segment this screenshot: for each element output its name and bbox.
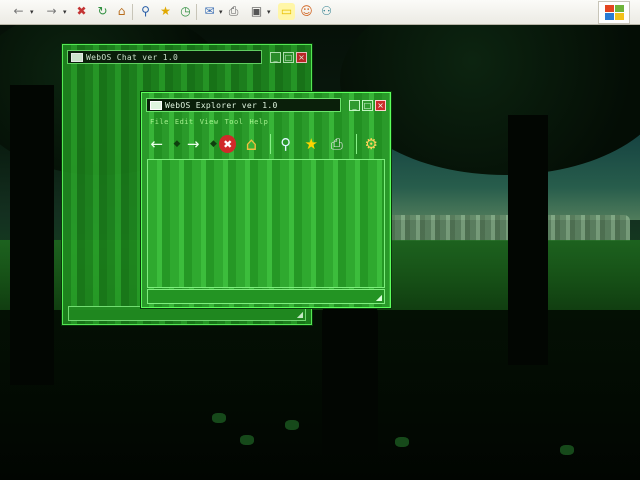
forward-arrow-icon: → [46, 4, 57, 18]
stop-button[interactable]: ✖ [73, 3, 90, 20]
toolbar-separator [270, 134, 271, 154]
favorites-button[interactable]: ★ [301, 133, 323, 155]
menu-edit[interactable]: Edit [175, 118, 194, 126]
tree-trunk-center [322, 295, 378, 455]
window-icon [71, 52, 83, 62]
edit-icon: ▣ [250, 4, 263, 18]
explorer-title-field: WebOS Explorer ver 1.0 [146, 98, 341, 112]
explorer-menubar: File Edit View Tool Help [150, 118, 268, 126]
resize-grip-icon[interactable]: ◢ [297, 310, 303, 319]
home-icon: ⌂ [117, 4, 126, 18]
hedge-row [380, 215, 630, 241]
explorer-titlebar[interactable]: WebOS Explorer ver 1.0 _ □ × [146, 97, 386, 113]
tree-trunk-right [508, 115, 548, 365]
browser-toolbar: ← ▾ → ▾ ✖ ↻ ⌂ ⚲ ★ ◷ ✉ ▾ ⎙ ▣ ▾ ▭ ☺ ⚇ [0, 0, 640, 25]
chat-close-button[interactable]: × [296, 51, 307, 63]
stop-button[interactable]: ✖ [218, 135, 237, 153]
printer-icon: ⎙ [330, 135, 343, 153]
search-icon: ⚲ [280, 135, 292, 153]
search-icon: ⚲ [141, 4, 150, 18]
explorer-statusbar: ◢ [147, 289, 385, 304]
resize-grip-icon[interactable]: ◢ [376, 293, 382, 302]
star-icon: ★ [160, 4, 171, 18]
print-button[interactable]: ⎙ [225, 3, 242, 20]
leaf-patch [212, 413, 226, 423]
tree-trunk-left [10, 85, 54, 385]
forward-arrow-icon: → [186, 135, 200, 153]
home-button[interactable]: ⌂ [240, 133, 262, 155]
back-dropdown-icon[interactable]: ▾ [30, 8, 34, 16]
stop-icon: ✖ [76, 4, 87, 18]
toolbar-separator [132, 4, 133, 20]
star-icon: ★ [304, 135, 318, 153]
window-icon [150, 100, 162, 110]
home-icon: ⌂ [245, 133, 257, 155]
mail-icon: ✉ [204, 4, 215, 18]
back-button[interactable]: ← [10, 3, 27, 20]
explorer-toolbar: ← ◆ → ◆ ✖ ⌂ ⚲ ★ ⎙ ⚙ [146, 131, 386, 157]
menu-file[interactable]: File [150, 118, 169, 126]
forward-dropdown-icon[interactable]: ◆ [210, 139, 217, 149]
favorites-button[interactable]: ★ [157, 3, 174, 20]
contacts-icon: ⚇ [321, 4, 332, 18]
notes-button[interactable]: ▭ [278, 3, 295, 20]
forward-dropdown-icon[interactable]: ▾ [63, 8, 67, 16]
windows-logo-icon [598, 1, 630, 24]
back-arrow-icon: ← [13, 4, 24, 18]
mail-button[interactable]: ✉ [201, 3, 218, 20]
home-button[interactable]: ⌂ [113, 3, 130, 20]
note-icon: ▭ [280, 4, 293, 18]
chat-window-title: WebOS Chat ver 1.0 [86, 52, 179, 62]
mail-dropdown-icon[interactable]: ▾ [219, 8, 223, 16]
forward-button[interactable]: → [43, 3, 60, 20]
leaf-patch [395, 437, 409, 447]
edit-dropdown-icon[interactable]: ▾ [267, 8, 271, 16]
back-dropdown-icon[interactable]: ◆ [174, 139, 181, 149]
contacts-button[interactable]: ⚇ [318, 3, 335, 20]
settings-button[interactable]: ⚙ [361, 133, 383, 155]
printer-icon: ⎙ [228, 4, 239, 18]
chat-minimize-button[interactable]: _ [270, 51, 281, 63]
explorer-window-title: WebOS Explorer ver 1.0 [165, 100, 278, 110]
explorer-minimize-button[interactable]: _ [349, 99, 360, 111]
messenger-button[interactable]: ☺ [298, 3, 315, 20]
explorer-content-pane[interactable] [147, 159, 385, 288]
search-button[interactable]: ⚲ [137, 3, 154, 20]
print-button[interactable]: ⎙ [326, 133, 348, 155]
stop-icon: ✖ [223, 137, 233, 151]
explorer-maximize-button[interactable]: □ [362, 99, 373, 111]
refresh-button[interactable]: ↻ [94, 3, 111, 20]
history-icon: ◷ [180, 4, 191, 18]
toolbar-separator [196, 4, 197, 20]
edit-button[interactable]: ▣ [248, 3, 265, 20]
chat-statusbar: ◢ [68, 306, 306, 321]
leaf-patch [560, 445, 574, 455]
explorer-close-button[interactable]: × [375, 99, 386, 111]
chat-titlebar[interactable]: WebOS Chat ver 1.0 _ □ × [67, 49, 307, 65]
refresh-icon: ↻ [97, 4, 108, 18]
gear-icon: ⚙ [364, 135, 378, 153]
leaf-patch [240, 435, 254, 445]
chat-maximize-button[interactable]: □ [283, 51, 294, 63]
explorer-window[interactable]: WebOS Explorer ver 1.0 _ □ × File Edit V… [141, 92, 391, 308]
toolbar-separator [355, 134, 357, 154]
back-button[interactable]: ← [146, 133, 168, 155]
history-button[interactable]: ◷ [177, 3, 194, 20]
menu-help[interactable]: Help [249, 118, 268, 126]
back-arrow-icon: ← [150, 135, 164, 153]
messenger-icon: ☺ [300, 4, 313, 18]
menu-view[interactable]: View [200, 118, 219, 126]
menu-tool[interactable]: Tool [225, 118, 244, 126]
chat-title-field: WebOS Chat ver 1.0 [67, 50, 262, 64]
search-button[interactable]: ⚲ [275, 133, 297, 155]
forward-button[interactable]: → [182, 133, 204, 155]
leaf-patch [285, 420, 299, 430]
